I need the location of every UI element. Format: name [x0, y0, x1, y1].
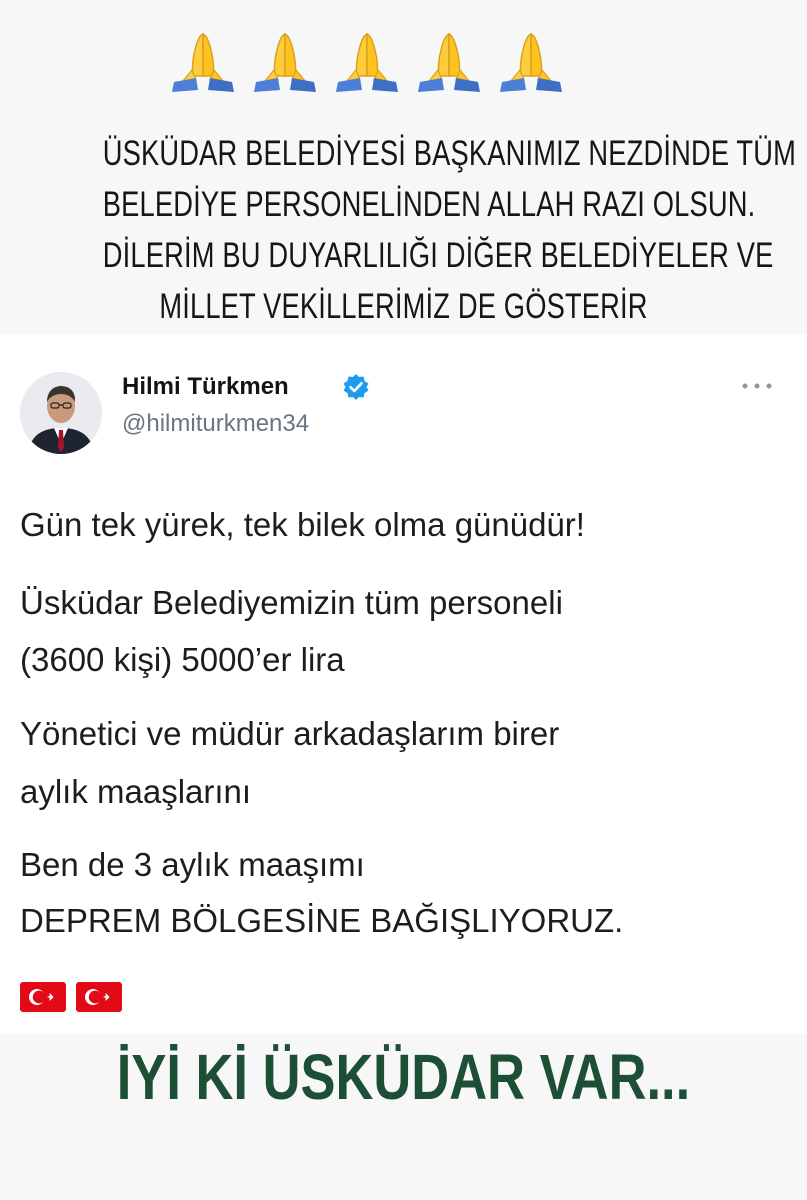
flag-emoji-row	[20, 982, 122, 1012]
tweet-text-line: Yönetici ve müdür arkadaşlarım birer	[20, 715, 560, 752]
turkey-flag-icon	[76, 982, 122, 1012]
caption-line: ÜSKÜDAR BELEDİYESİ BAŞKANIMIZ NEZDİNDE T…	[102, 134, 797, 173]
tweet-text-line: aylık maaşlarını	[20, 773, 252, 810]
verified-badge-icon	[343, 374, 369, 400]
caption-line: BELEDİYE PERSONELİNDEN ALLAH RAZI OLSUN.	[102, 185, 756, 224]
emoji-row	[168, 26, 566, 96]
more-options-icon[interactable]	[740, 380, 774, 392]
folded-hands-icon	[418, 32, 480, 92]
tweet-text-line: DEPREM BÖLGESİNE BAĞIŞLIYORUZ.	[20, 902, 624, 939]
folded-hands-icon	[500, 32, 562, 92]
tweet-text-line: Gün tek yürek, tek bilek olma günüdür!	[20, 506, 585, 543]
turkey-flag-icon	[20, 982, 66, 1012]
tweet-text-line: (3600 kişi) 5000’er lira	[20, 641, 345, 678]
tweet-text-line: Üsküdar Belediyemizin tüm personeli	[20, 584, 563, 621]
caption-line: DİLERİM BU DUYARLILIĞI DİĞER BELEDİYELER…	[102, 236, 774, 275]
folded-hands-icon	[254, 32, 316, 92]
folded-hands-icon	[172, 32, 234, 92]
folded-hands-icon	[336, 32, 398, 92]
caption-line: MİLLET VEKİLLERİMİZ DE GÖSTERİR	[159, 287, 648, 326]
tweet-author-name[interactable]: Hilmi Türkmen	[122, 373, 289, 401]
footer-slogan: İYİ Kİ ÜSKÜDAR VAR...	[116, 1041, 691, 1113]
avatar[interactable]	[20, 372, 102, 454]
tweet-text-line: Ben de 3 aylık maaşımı	[20, 846, 365, 883]
tweet-author-handle[interactable]: @hilmiturkmen34	[122, 410, 309, 438]
story-caption: ÜSKÜDAR BELEDİYESİ BAŞKANIMIZ NEZDİNDE T…	[102, 128, 797, 332]
avatar-portrait-icon	[20, 372, 102, 454]
